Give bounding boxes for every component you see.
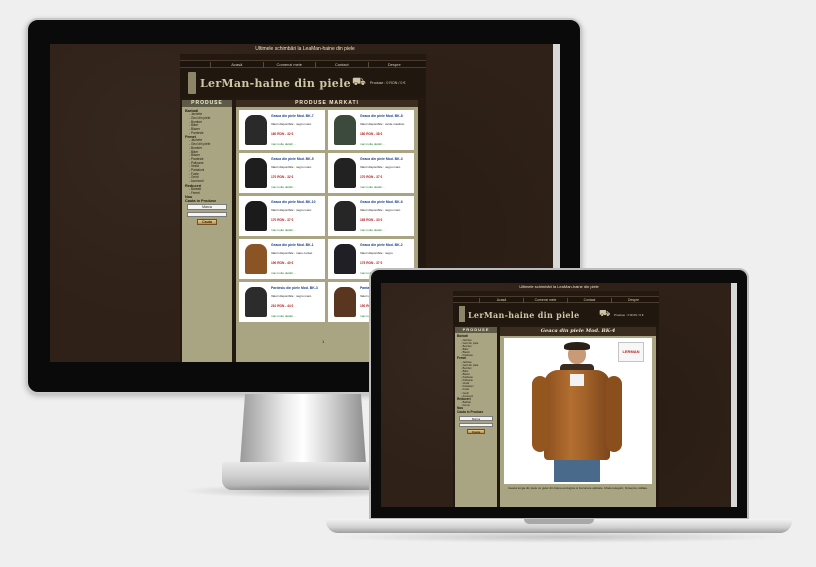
pager[interactable]: 1 [322, 339, 324, 344]
product-card[interactable]: Geaca din piele Mod. BK-1 Valori disponib… [239, 239, 325, 279]
laptop-shadow [330, 531, 788, 543]
laptop-site-frame: Acasă Comenzi mele Contact Despre LerMan… [453, 291, 659, 507]
product-more-link[interactable]: mai multe detalii ... [271, 314, 296, 318]
site-logo[interactable]: LerMan-haine din piele [200, 77, 351, 90]
product-price: 165 RON - 33 € [360, 218, 383, 222]
product-stock: Valori disponibile : negru maro [360, 208, 401, 212]
category-list: Barbati - Jachete - Geci din piele - Bomber… [185, 109, 231, 204]
product-stock: Valori disponibile : maro coniac [271, 251, 313, 255]
product-card[interactable]: Geaca din piele Mod. BK-5 Valori disponib… [239, 153, 325, 193]
product-title[interactable]: Geaca din piele Mod. BK-7 [271, 114, 314, 118]
shirt [570, 374, 584, 386]
jacket-right-sleeve [606, 376, 622, 452]
brand-select[interactable]: Marca [187, 204, 227, 210]
laptop-search-button[interactable]: Cauta [467, 429, 485, 434]
product-stock: Valori disponibile : verde masliniu [360, 122, 405, 126]
product-card[interactable]: Geaca din piele Mod. BK-8 Valori disponib… [328, 110, 414, 150]
laptop-search-input[interactable] [459, 423, 493, 427]
laptop-scrollbar[interactable] [731, 283, 737, 507]
search-input[interactable] [187, 212, 227, 217]
laptop-sidebar-link[interactable]: Cauta in Produse [457, 410, 497, 415]
product-more-link[interactable]: mai multe detalii ... [271, 185, 296, 189]
product-title[interactable]: Geaca din piele Mod. BK-5 [271, 157, 314, 161]
laptop-site-logo[interactable]: LerMan-haine din piele [468, 310, 580, 320]
product-thumbnail[interactable] [245, 115, 267, 145]
product-more-link[interactable]: mai multe detalii ... [360, 185, 385, 189]
product-more-link[interactable]: mai multe detalii ... [360, 142, 385, 146]
product-thumbnail[interactable] [334, 287, 356, 317]
product-price: 190 RON - 40 € [271, 261, 294, 265]
logo-emblem-icon [188, 72, 196, 94]
product-price: 160 RON - 32 € [271, 132, 294, 136]
laptop-cart-summary[interactable]: Produse : 0 RON / 0 € [614, 313, 644, 317]
laptop-logo-emblem-icon [459, 306, 465, 322]
product-thumbnail[interactable] [334, 115, 356, 145]
product-stock: Valori disponibile : negru maro [271, 294, 312, 298]
product-card[interactable]: Geaca din piele Mod. BK-7 Valori disponib… [239, 110, 325, 150]
product-title[interactable]: Geaca din piele Mod. BK-1 [271, 243, 314, 247]
product-price: 170 RON - 37 € [271, 218, 294, 222]
logo-band: LerMan-haine din piele ⛟ Produse : 0 RON… [180, 68, 426, 98]
laptop-logo-band: LerMan-haine din piele ⛟ Produse : 0 RON… [453, 303, 659, 325]
product-thumbnail[interactable] [245, 287, 267, 317]
product-thumbnail[interactable] [245, 158, 267, 188]
product-thumbnail[interactable] [334, 244, 356, 274]
product-card[interactable]: Geaca din piele Mod. BK-3 Valori disponib… [328, 153, 414, 193]
product-price: 175 RON - 37 € [360, 261, 383, 265]
product-stock: Valori disponibile : negru maro [271, 122, 312, 126]
product-stock: Valori disponibile : negru maro [271, 165, 312, 169]
laptop-category-list: Barbati - Jachete - Geci din piele - Bomber… [457, 334, 497, 415]
product-more-link[interactable]: mai multe detalii ... [271, 228, 296, 232]
jacket-left-sleeve [532, 376, 548, 452]
monitor-stand-neck [240, 394, 366, 464]
product-title[interactable]: Pardesiu din piele Mod. BK-3 [271, 286, 318, 290]
laptop-sidebar: PRODUSE Barbati - Jachete - Geci din piele… [455, 327, 497, 507]
product-thumbnail[interactable] [334, 201, 356, 231]
product-title[interactable]: Geaca din piele Mod. BK-10 [271, 200, 315, 204]
product-card[interactable]: Geaca din piele Mod. BK-10 Valori disponi… [239, 196, 325, 236]
laptop-product-panel: LERMAN Geaca lunga din piele cu guler di… [500, 336, 656, 507]
nav-bar: Acasă Comenzi mele Contact Despre [180, 60, 426, 68]
sidebar-link[interactable]: Cauta in Produse [185, 199, 231, 203]
product-price: 210 RON - 44 € [271, 304, 294, 308]
search-button[interactable]: Cauta [197, 219, 217, 225]
product-title[interactable]: Geaca din piele Mod. BK-8 [360, 114, 403, 118]
product-price: 170 RON - 32 € [271, 175, 294, 179]
product-thumbnail[interactable] [245, 201, 267, 231]
main-title: PRODUSE MARKATI [236, 100, 418, 107]
jeans [554, 460, 600, 482]
product-more-link[interactable]: mai multe detalii ... [271, 271, 296, 275]
product-card[interactable]: Geaca din piele Mod. BK-6 Valori disponib… [328, 196, 414, 236]
product-more-link[interactable]: mai multe detalii ... [271, 142, 296, 146]
cart-summary[interactable]: Produse : 0 RON / 0 € [370, 81, 405, 85]
product-thumbnail[interactable] [334, 158, 356, 188]
sidebar: PRODUSE Barbati - Jachete - Geci din piele… [182, 100, 232, 362]
product-stock: Valori disponibile : negru maro [360, 165, 401, 169]
product-title[interactable]: Geaca din piele Mod. BK-6 [360, 200, 403, 204]
brand-stamp: LERMAN [618, 342, 644, 362]
laptop-screen: Ultimele schimbări la LeaMan-haine din p… [381, 283, 737, 507]
product-card[interactable]: Pardesiu din piele Mod. BK-3 Valori dispo… [239, 282, 325, 322]
product-more-link[interactable]: mai multe detalii ... [360, 228, 385, 232]
product-price: 180 RON - 38 € [360, 132, 383, 136]
laptop-product-title: Geaca din piele Mod. BK-4 [500, 327, 656, 336]
product-title[interactable]: Geaca din piele Mod. BK-2 [360, 243, 403, 247]
laptop-site-top-text: Ultimele schimbări la LeaMan-haine din p… [519, 284, 599, 289]
product-photo[interactable]: LERMAN [504, 338, 652, 484]
model-hair [564, 342, 590, 350]
laptop-notch [524, 519, 594, 524]
sidebar-title: PRODUSE [182, 100, 232, 107]
product-stock: Valori disponibile : negru [360, 251, 393, 255]
cart-icon[interactable]: ⛟ [352, 76, 366, 90]
laptop-cart-icon[interactable]: ⛟ [599, 308, 610, 320]
site-top-text: Ultimele schimbări la LeaMan-haine din p… [255, 46, 355, 52]
product-title[interactable]: Geaca din piele Mod. BK-3 [360, 157, 403, 161]
product-thumbnail[interactable] [245, 244, 267, 274]
laptop-nav-bar: Acasă Comenzi mele Contact Despre [453, 296, 659, 303]
laptop-brand-select[interactable]: Marca [459, 416, 493, 421]
product-stock: Valori disponibile : negru maro [271, 208, 312, 212]
product-price: 170 RON - 37 € [360, 175, 383, 179]
laptop-sidebar-title: PRODUSE [455, 327, 497, 333]
product-description: Geaca lunga din piele cu guler din blana… [508, 486, 648, 490]
